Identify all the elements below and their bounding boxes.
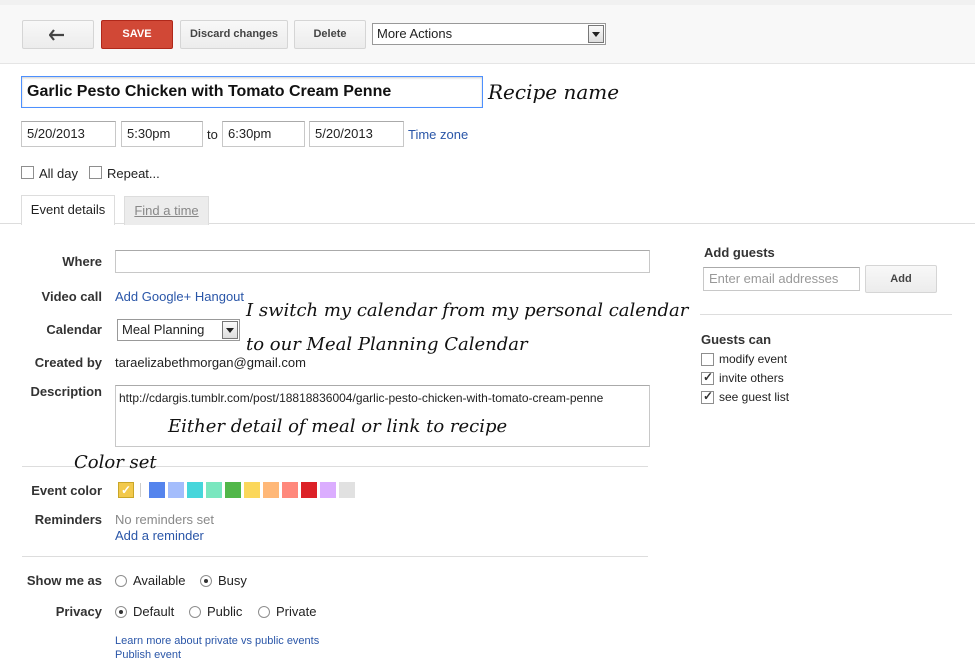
time-zone-link[interactable]: Time zone [408,127,468,142]
see-guest-list-label: see guest list [719,390,790,404]
event-title-input[interactable]: Garlic Pesto Chicken with Tomato Cream P… [21,76,483,108]
annotation-calendar-1: I switch my calendar from my personal ca… [246,300,689,321]
color-swatch[interactable] [168,482,184,498]
no-reminders-text: No reminders set [115,512,214,527]
start-date-input[interactable]: 5/20/2013 [21,121,116,147]
end-date-input[interactable]: 5/20/2013 [309,121,404,147]
back-button[interactable] [22,20,94,49]
description-label: Description [30,384,102,399]
publish-event-link[interactable]: Publish event [115,649,181,661]
invite-others-checkbox[interactable] [701,370,714,385]
public-radio[interactable] [189,606,201,618]
invite-others-label: invite others [719,371,784,385]
chevron-down-icon [222,321,238,339]
color-swatch[interactable] [244,482,260,498]
created-by-value: taraelizabethmorgan@gmail.com [115,355,306,370]
color-swatch[interactable] [301,482,317,498]
learn-more-link[interactable]: Learn more about private vs public event… [115,635,319,647]
color-swatch[interactable] [187,482,203,498]
public-label: Public [207,604,243,619]
event-color-label: Event color [31,483,102,498]
busy-radio[interactable] [200,575,212,587]
description-value: http://cdargis.tumblr.com/post/188188360… [119,391,604,405]
where-label: Where [62,254,102,269]
default-radio[interactable] [115,606,127,618]
privacy-label: Privacy [55,604,102,619]
color-swatch[interactable]: ✓ [118,482,134,498]
add-guest-button[interactable]: Add [865,265,937,293]
more-actions-select[interactable]: More Actions [372,23,606,45]
add-hangout-link[interactable]: Add Google+ Hangout [115,289,244,304]
color-swatch[interactable] [282,482,298,498]
tab-find-a-time[interactable]: Find a time [124,196,209,225]
divider [22,556,648,557]
delete-button[interactable]: Delete [294,20,366,49]
available-radio[interactable] [115,575,127,587]
calendar-select[interactable]: Meal Planning [117,319,240,341]
to-label: to [207,127,218,142]
modify-event-checkbox[interactable] [701,353,714,366]
calendar-value: Meal Planning [122,322,205,337]
created-by-label: Created by [34,355,102,370]
chevron-down-icon [588,25,604,43]
color-swatch[interactable] [225,482,241,498]
busy-label: Busy [218,573,247,588]
show-me-as-label: Show me as [26,573,102,588]
see-guest-list-checkbox[interactable] [701,389,714,404]
private-label: Private [276,604,317,619]
private-radio[interactable] [258,606,270,618]
repeat-checkbox[interactable] [89,166,102,179]
event-color-palette: ✓ [118,482,388,500]
color-swatch[interactable] [339,482,355,498]
available-label: Available [133,573,186,588]
discard-changes-button[interactable]: Discard changes [180,20,288,49]
tab-event-details[interactable]: Event details [21,195,115,225]
annotation-recipe-name: Recipe name [488,80,620,104]
color-swatch[interactable] [206,482,222,498]
default-label: Default [133,604,175,619]
all-day-checkbox[interactable] [21,166,34,179]
color-swatch[interactable] [263,482,279,498]
back-arrow-icon [48,29,64,41]
annotation-color-set: Color set [74,452,157,473]
start-time-input[interactable]: 5:30pm [121,121,203,147]
video-call-label: Video call [41,289,102,304]
all-day-label: All day [39,166,79,181]
add-guests-label: Add guests [704,245,775,260]
divider [140,483,141,497]
color-swatch[interactable] [149,482,165,498]
save-button[interactable]: SAVE [101,20,173,49]
color-swatch[interactable] [320,482,336,498]
calendar-label: Calendar [46,322,102,337]
more-actions-label: More Actions [377,26,453,41]
annotation-calendar-2: to our Meal Planning Calendar [246,334,528,355]
modify-event-label: modify event [719,352,788,366]
guest-email-input[interactable]: Enter email addresses [703,267,860,291]
divider [700,314,952,315]
annotation-description: Either detail of meal or link to recipe [168,416,508,437]
reminders-label: Reminders [34,512,102,527]
add-reminder-link[interactable]: Add a reminder [115,528,204,543]
repeat-label: Repeat... [107,166,160,181]
guests-can-label: Guests can [701,332,772,347]
end-time-input[interactable]: 6:30pm [222,121,305,147]
where-input[interactable] [115,250,650,273]
